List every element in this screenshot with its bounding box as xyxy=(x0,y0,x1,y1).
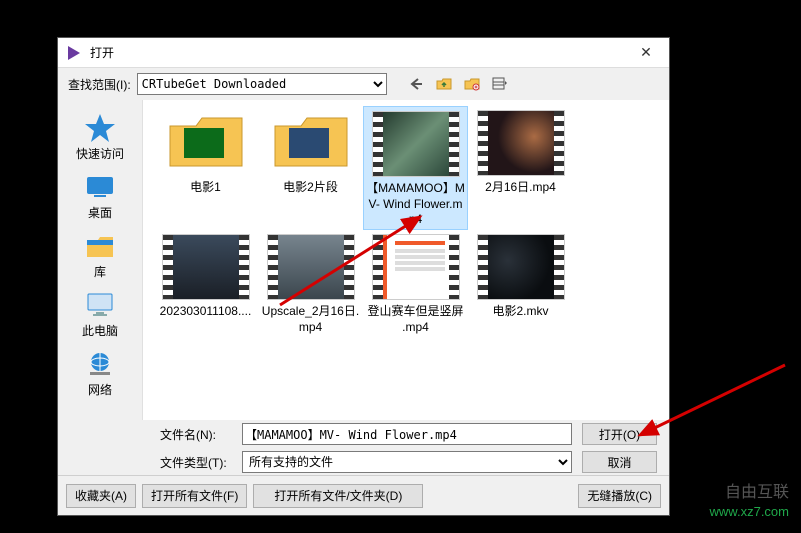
seamless-play-button[interactable]: 无缝播放(C) xyxy=(578,484,661,508)
file-item[interactable]: 202303011108.... xyxy=(153,230,258,341)
close-icon[interactable]: ✕ xyxy=(631,41,661,65)
file-name: 电影2片段 xyxy=(260,180,361,196)
file-name: Upscale_2月16日.mp4 xyxy=(260,304,361,335)
file-name: 电影1 xyxy=(155,180,256,196)
file-item[interactable]: 电影2片段 xyxy=(258,106,363,230)
file-thumbnail xyxy=(267,234,355,300)
pc-icon xyxy=(65,288,135,322)
place-desktop[interactable]: 桌面 xyxy=(65,167,135,224)
filetype-row: 文件类型(T): 所有支持的文件 取消 xyxy=(148,448,669,476)
filename-row: 文件名(N): 打开(O) xyxy=(148,420,669,448)
file-thumbnail xyxy=(477,234,565,300)
place-label: 网络 xyxy=(65,381,135,398)
lookin-label: 查找范围(I): xyxy=(68,76,131,93)
up-folder-icon[interactable] xyxy=(433,73,455,95)
open-button[interactable]: 打开(O) xyxy=(582,423,657,445)
file-thumbnail xyxy=(372,111,460,177)
file-item[interactable]: 登山赛车但是竖屏 .mp4 xyxy=(363,230,468,341)
titlebar: 打开 ✕ xyxy=(58,38,669,68)
file-item[interactable]: 2月16日.mp4 xyxy=(468,106,573,230)
back-icon[interactable] xyxy=(405,73,427,95)
file-name: 登山赛车但是竖屏 .mp4 xyxy=(365,304,466,335)
desktop-icon xyxy=(65,170,135,204)
view-menu-icon[interactable] xyxy=(489,73,511,95)
place-label: 此电脑 xyxy=(65,322,135,339)
file-item[interactable]: 电影2.mkv xyxy=(468,230,573,341)
watermark: 自由互联 www.xz7.com xyxy=(710,483,789,521)
app-play-icon xyxy=(66,45,82,61)
new-folder-icon[interactable] xyxy=(461,73,483,95)
network-icon xyxy=(65,347,135,381)
place-quick-access[interactable]: 快速访问 xyxy=(65,108,135,165)
file-name: 202303011108.... xyxy=(155,304,256,320)
filename-label: 文件名(N): xyxy=(160,426,232,443)
file-name: 电影2.mkv xyxy=(470,304,571,320)
filetype-label: 文件类型(T): xyxy=(160,454,232,471)
place-label: 库 xyxy=(65,263,135,280)
file-thumbnail xyxy=(372,234,460,300)
file-item[interactable]: Upscale_2月16日.mp4 xyxy=(258,230,363,341)
filename-input[interactable] xyxy=(242,423,572,445)
watermark-url: www.xz7.com xyxy=(710,504,789,521)
open-file-dialog: 打开 ✕ 查找范围(I): CRTubeGet Downloaded 快速访问 xyxy=(57,37,670,516)
file-thumbnail xyxy=(267,110,355,176)
filetype-dropdown[interactable]: 所有支持的文件 xyxy=(242,451,572,473)
file-item[interactable]: 电影1 xyxy=(153,106,258,230)
file-thumbnail xyxy=(162,234,250,300)
file-list-pane[interactable]: 电影1电影2片段【MAMAMOO】MV- Wind Flower.mp4 2月16… xyxy=(143,100,669,420)
watermark-text: 自由互联 xyxy=(710,483,789,504)
file-item[interactable]: 【MAMAMOO】MV- Wind Flower.mp4 xyxy=(363,106,468,230)
open-all-files-folders-button[interactable]: 打开所有文件/文件夹(D) xyxy=(253,484,423,508)
places-sidebar: 快速访问 桌面 库 此电脑 网络 xyxy=(58,100,143,420)
place-label: 桌面 xyxy=(65,204,135,221)
bottom-toolbar: 收藏夹(A) 打开所有文件(F) 打开所有文件/文件夹(D) 无缝播放(C) xyxy=(58,475,669,515)
lookin-dropdown[interactable]: CRTubeGet Downloaded xyxy=(137,73,387,95)
place-this-pc[interactable]: 此电脑 xyxy=(65,285,135,342)
file-name: 【MAMAMOO】MV- Wind Flower.mp4 xyxy=(366,181,465,223)
lookin-row: 查找范围(I): CRTubeGet Downloaded xyxy=(58,68,669,100)
file-thumbnail xyxy=(477,110,565,176)
place-label: 快速访问 xyxy=(65,145,135,162)
file-thumbnail xyxy=(162,110,250,176)
favorites-button[interactable]: 收藏夹(A) xyxy=(66,484,136,508)
library-icon xyxy=(65,229,135,263)
file-name: 2月16日.mp4 xyxy=(470,180,571,196)
cancel-button[interactable]: 取消 xyxy=(582,451,657,473)
star-icon xyxy=(65,111,135,145)
window-title: 打开 xyxy=(90,44,631,61)
open-all-files-button[interactable]: 打开所有文件(F) xyxy=(142,484,247,508)
place-network[interactable]: 网络 xyxy=(65,344,135,401)
place-libraries[interactable]: 库 xyxy=(65,226,135,283)
